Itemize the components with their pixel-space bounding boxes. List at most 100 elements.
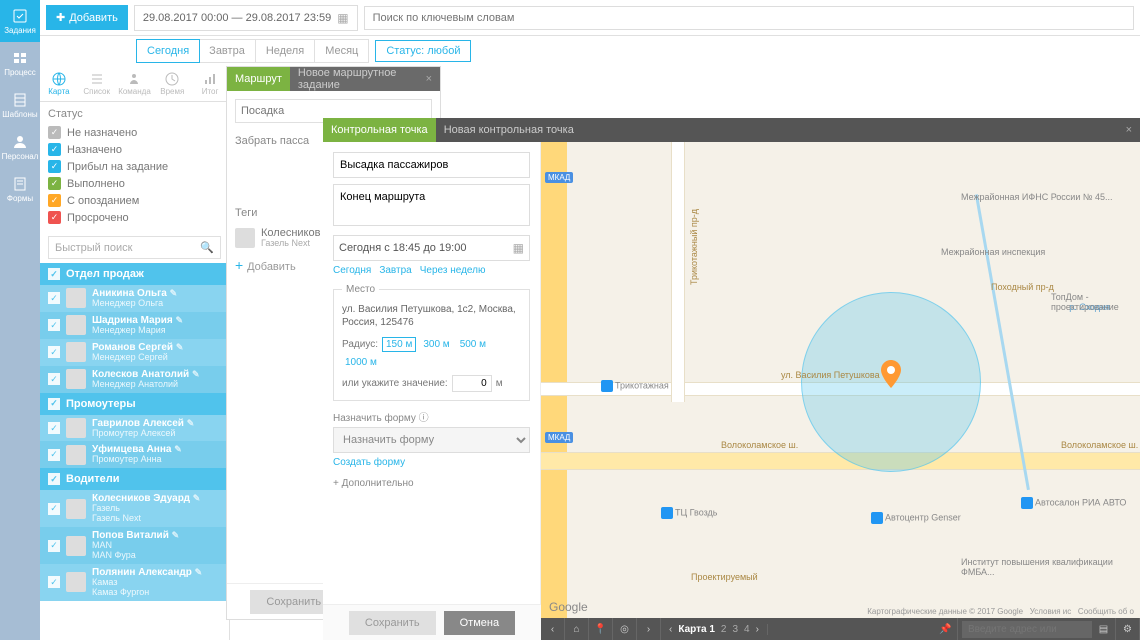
- map-prev-button[interactable]: ‹: [541, 618, 565, 640]
- period-today[interactable]: Сегодня: [136, 39, 200, 63]
- poi-genser: Автоцентр Genser: [871, 512, 961, 524]
- checkpoint-desc-input[interactable]: Конец маршрута: [333, 184, 530, 226]
- assignee-vehicle: Газель Next: [261, 239, 331, 249]
- tab-list[interactable]: Список: [78, 66, 116, 101]
- create-form-link[interactable]: Создать форму: [333, 457, 405, 468]
- person-row[interactable]: ✓Полянин Александр ✎КамазКамаз Фургон: [40, 564, 229, 601]
- person-row[interactable]: ✓Аникина Ольга ✎Менеджер Ольга: [40, 285, 229, 312]
- map-address-input[interactable]: [962, 621, 1092, 638]
- date-range[interactable]: 29.08.2017 00:00 — 29.08.2017 23:59▦: [134, 5, 358, 31]
- vnav-tasks[interactable]: Задания: [0, 0, 40, 42]
- checkbox-icon: ✓: [48, 449, 60, 461]
- person-row[interactable]: ✓Шадрина Мария ✎Менеджер Мария: [40, 312, 229, 339]
- checkpoint-datetime[interactable]: Сегодня с 18:45 до 19:00▦: [333, 235, 530, 261]
- checkpoint-footer: Сохранить Отмена: [323, 604, 541, 640]
- checkpoint-save-button[interactable]: Сохранить: [349, 611, 436, 635]
- radius-input[interactable]: [452, 375, 492, 392]
- shop-icon: [871, 512, 883, 524]
- map-tool-marker[interactable]: 📌: [934, 618, 958, 640]
- radius-1000[interactable]: 1000 м: [342, 356, 380, 369]
- map-tool-pin[interactable]: 📍: [589, 618, 613, 640]
- page-next[interactable]: ›: [756, 624, 759, 635]
- page-prev[interactable]: ‹: [669, 624, 672, 635]
- link-tomorrow[interactable]: Завтра: [379, 265, 411, 276]
- person-row[interactable]: ✓Колесников Эдуард ✎ГазельГазель Next: [40, 490, 229, 527]
- date-text: 29.08.2017 00:00 — 29.08.2017 23:59: [143, 12, 331, 24]
- radius-300[interactable]: 300 м: [420, 338, 452, 351]
- checkpoint-cancel-button[interactable]: Отмена: [444, 611, 515, 635]
- map-tool-target[interactable]: ◎: [613, 618, 637, 640]
- map-tool-layers[interactable]: ▤: [1092, 618, 1116, 640]
- close-icon[interactable]: ×: [1118, 124, 1140, 136]
- link-today[interactable]: Сегодня: [333, 265, 371, 276]
- tab-time[interactable]: Время: [153, 66, 191, 101]
- map-page-4[interactable]: 4: [744, 624, 750, 635]
- person-row[interactable]: ✓Попов Виталий ✎MANMAN Фура: [40, 527, 229, 564]
- tab-team[interactable]: Команда: [116, 66, 154, 101]
- team-icon: [127, 72, 141, 86]
- more-toggle[interactable]: + Дополнительно: [333, 478, 530, 489]
- keyword-search[interactable]: [364, 6, 1134, 30]
- status-done[interactable]: ✓Выполнено: [48, 175, 221, 192]
- status-overdue[interactable]: ✓Просрочено: [48, 209, 221, 226]
- sidebar: Карта Список Команда Время Итог Статус ✓…: [40, 66, 230, 640]
- poi-riaauto: Автосалон РИА АВТО: [1021, 497, 1126, 509]
- map[interactable]: МКАД МКАД ул. Василия Петушкова Волокола…: [541, 142, 1140, 640]
- vnav-process[interactable]: Процесс: [0, 42, 40, 84]
- radius-500[interactable]: 500 м: [457, 338, 489, 351]
- person-role: Менеджер Анатолий: [92, 380, 200, 390]
- period-tomorrow[interactable]: Завтра: [199, 40, 256, 62]
- status-arrived[interactable]: ✓Прибыл на задание: [48, 158, 221, 175]
- add-button[interactable]: ✚Добавить: [46, 5, 128, 30]
- add-label: Добавить: [247, 261, 296, 273]
- group-title: Водители: [66, 473, 120, 485]
- map-tool-home[interactable]: ⌂: [565, 618, 589, 640]
- person-row[interactable]: ✓Гаврилов Алексей ✎Промоутер Алексей: [40, 415, 229, 442]
- link-week[interactable]: Через неделю: [420, 265, 486, 276]
- checkbox-icon: ✓: [48, 503, 60, 515]
- tab-map[interactable]: Карта: [40, 66, 78, 101]
- close-icon[interactable]: ×: [418, 73, 440, 85]
- datetime-text: Сегодня с 18:45 до 19:00: [339, 242, 466, 254]
- radius-manual-label: или укажите значение:: [342, 378, 448, 389]
- tab-total[interactable]: Итог: [191, 66, 229, 101]
- group-sales[interactable]: ✓Отдел продаж: [40, 263, 229, 285]
- map-next-button[interactable]: ›: [637, 618, 661, 640]
- status-unassigned[interactable]: ✓Не назначено: [48, 124, 221, 141]
- templates-icon: [12, 92, 28, 108]
- map-pages: ‹ Карта 1 2 3 4 ›: [661, 624, 768, 635]
- checkbox-icon: ✓: [48, 576, 60, 588]
- person-row[interactable]: ✓Уфимцева Анна ✎Промоутер Анна: [40, 441, 229, 468]
- avatar: [66, 499, 86, 519]
- period-week[interactable]: Неделя: [256, 40, 315, 62]
- map-page-2[interactable]: 2: [721, 624, 727, 635]
- status-late[interactable]: ✓С опозданием: [48, 192, 221, 209]
- map-tool-settings[interactable]: ⚙: [1116, 618, 1140, 640]
- vnav-personal[interactable]: Персонал: [0, 126, 40, 168]
- checkbox-icon: ✓: [48, 540, 60, 552]
- period-month[interactable]: Месяц: [315, 40, 368, 62]
- checkbox-icon: ✓: [48, 143, 61, 156]
- map-page-1[interactable]: Карта 1: [678, 624, 715, 635]
- status-label: Выполнено: [67, 178, 125, 190]
- checkpoint-name-input[interactable]: [333, 152, 530, 178]
- quick-search[interactable]: Быстрый поиск🔍: [48, 236, 221, 259]
- map-page-3[interactable]: 3: [732, 624, 738, 635]
- status-filter[interactable]: Статус: любой: [375, 40, 471, 62]
- form-select[interactable]: Назначить форму: [333, 427, 530, 453]
- radius-150[interactable]: 150 м: [382, 337, 416, 352]
- vnav-templates-label: Шаблоны: [2, 110, 37, 119]
- group-promoters[interactable]: ✓Промоутеры: [40, 393, 229, 415]
- person-row[interactable]: ✓Колесков Анатолий ✎Менеджер Анатолий: [40, 366, 229, 393]
- status-assigned[interactable]: ✓ Назначено: [48, 141, 221, 158]
- map-footer: ‹ ⌂ 📍 ◎ › ‹ Карта 1 2 3 4 › 📌 ▤ ⚙: [541, 618, 1140, 640]
- group-drivers[interactable]: ✓Водители: [40, 468, 229, 490]
- status-label: Назначено: [67, 144, 122, 156]
- route-title: Новое маршрутное задание: [290, 67, 418, 91]
- vnav-templates[interactable]: Шаблоны: [0, 84, 40, 126]
- edit-icon: ✎: [170, 288, 178, 298]
- vnav-forms[interactable]: Формы: [0, 168, 40, 210]
- checkbox-icon: ✓: [48, 160, 61, 173]
- route-header: Маршрут Новое маршрутное задание ×: [227, 67, 440, 91]
- person-row[interactable]: ✓Романов Сергей ✎Менеджер Сергей: [40, 339, 229, 366]
